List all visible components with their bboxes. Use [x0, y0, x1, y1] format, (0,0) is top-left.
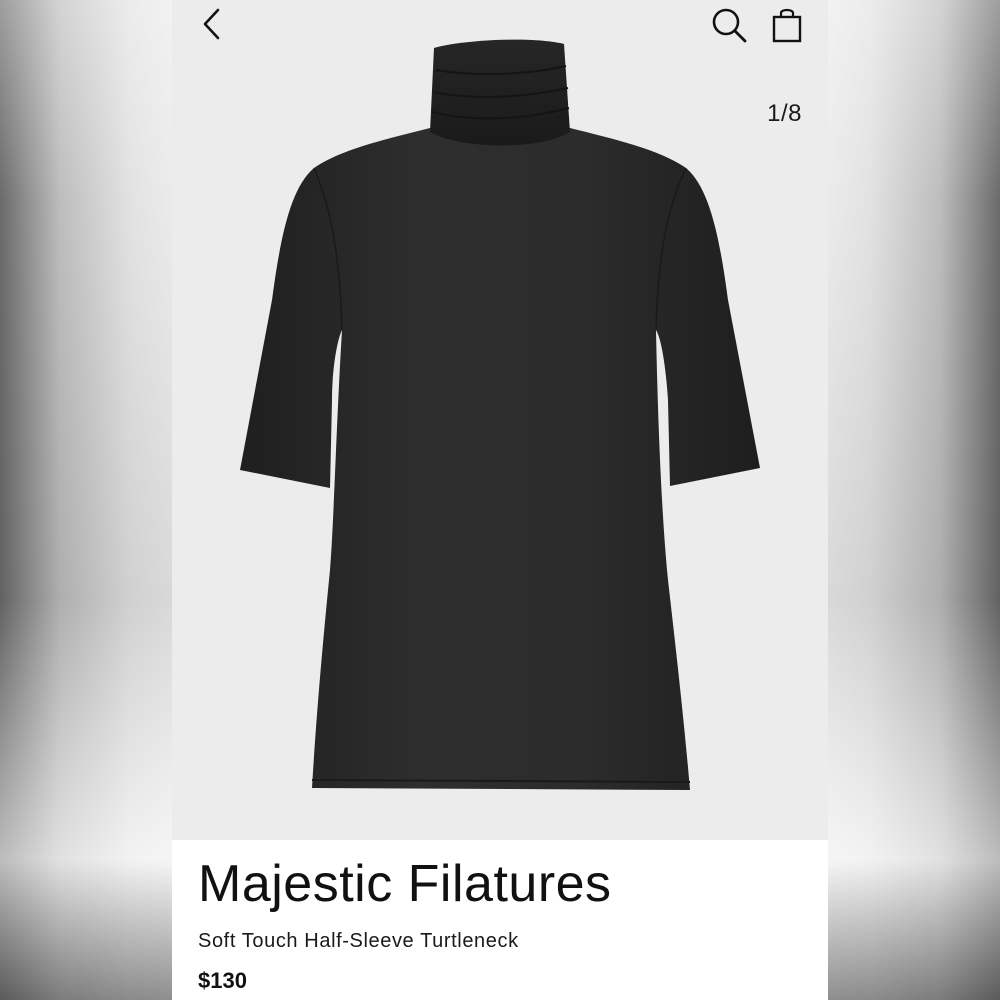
blurred-background-left	[0, 0, 172, 1000]
chevron-left-icon[interactable]	[198, 6, 228, 42]
product-info-panel: Majestic Filatures Soft Touch Half-Sleev…	[172, 840, 828, 1000]
product-name: Soft Touch Half-Sleeve Turtleneck	[198, 930, 519, 952]
brand-name[interactable]: Majestic Filatures	[198, 854, 612, 914]
product-image[interactable]	[172, 0, 828, 840]
turtleneck-illustration	[240, 39, 760, 790]
shopping-bag-icon[interactable]	[770, 6, 806, 44]
product-detail-screen: 1/8 Majestic Filatures Soft Touch Half-S…	[172, 0, 828, 1000]
image-counter: 1/8	[767, 100, 802, 127]
search-icon[interactable]	[710, 6, 748, 44]
product-price: $130	[198, 968, 247, 993]
blurred-background-right	[828, 0, 1000, 1000]
top-navigation-bar	[172, 0, 828, 60]
